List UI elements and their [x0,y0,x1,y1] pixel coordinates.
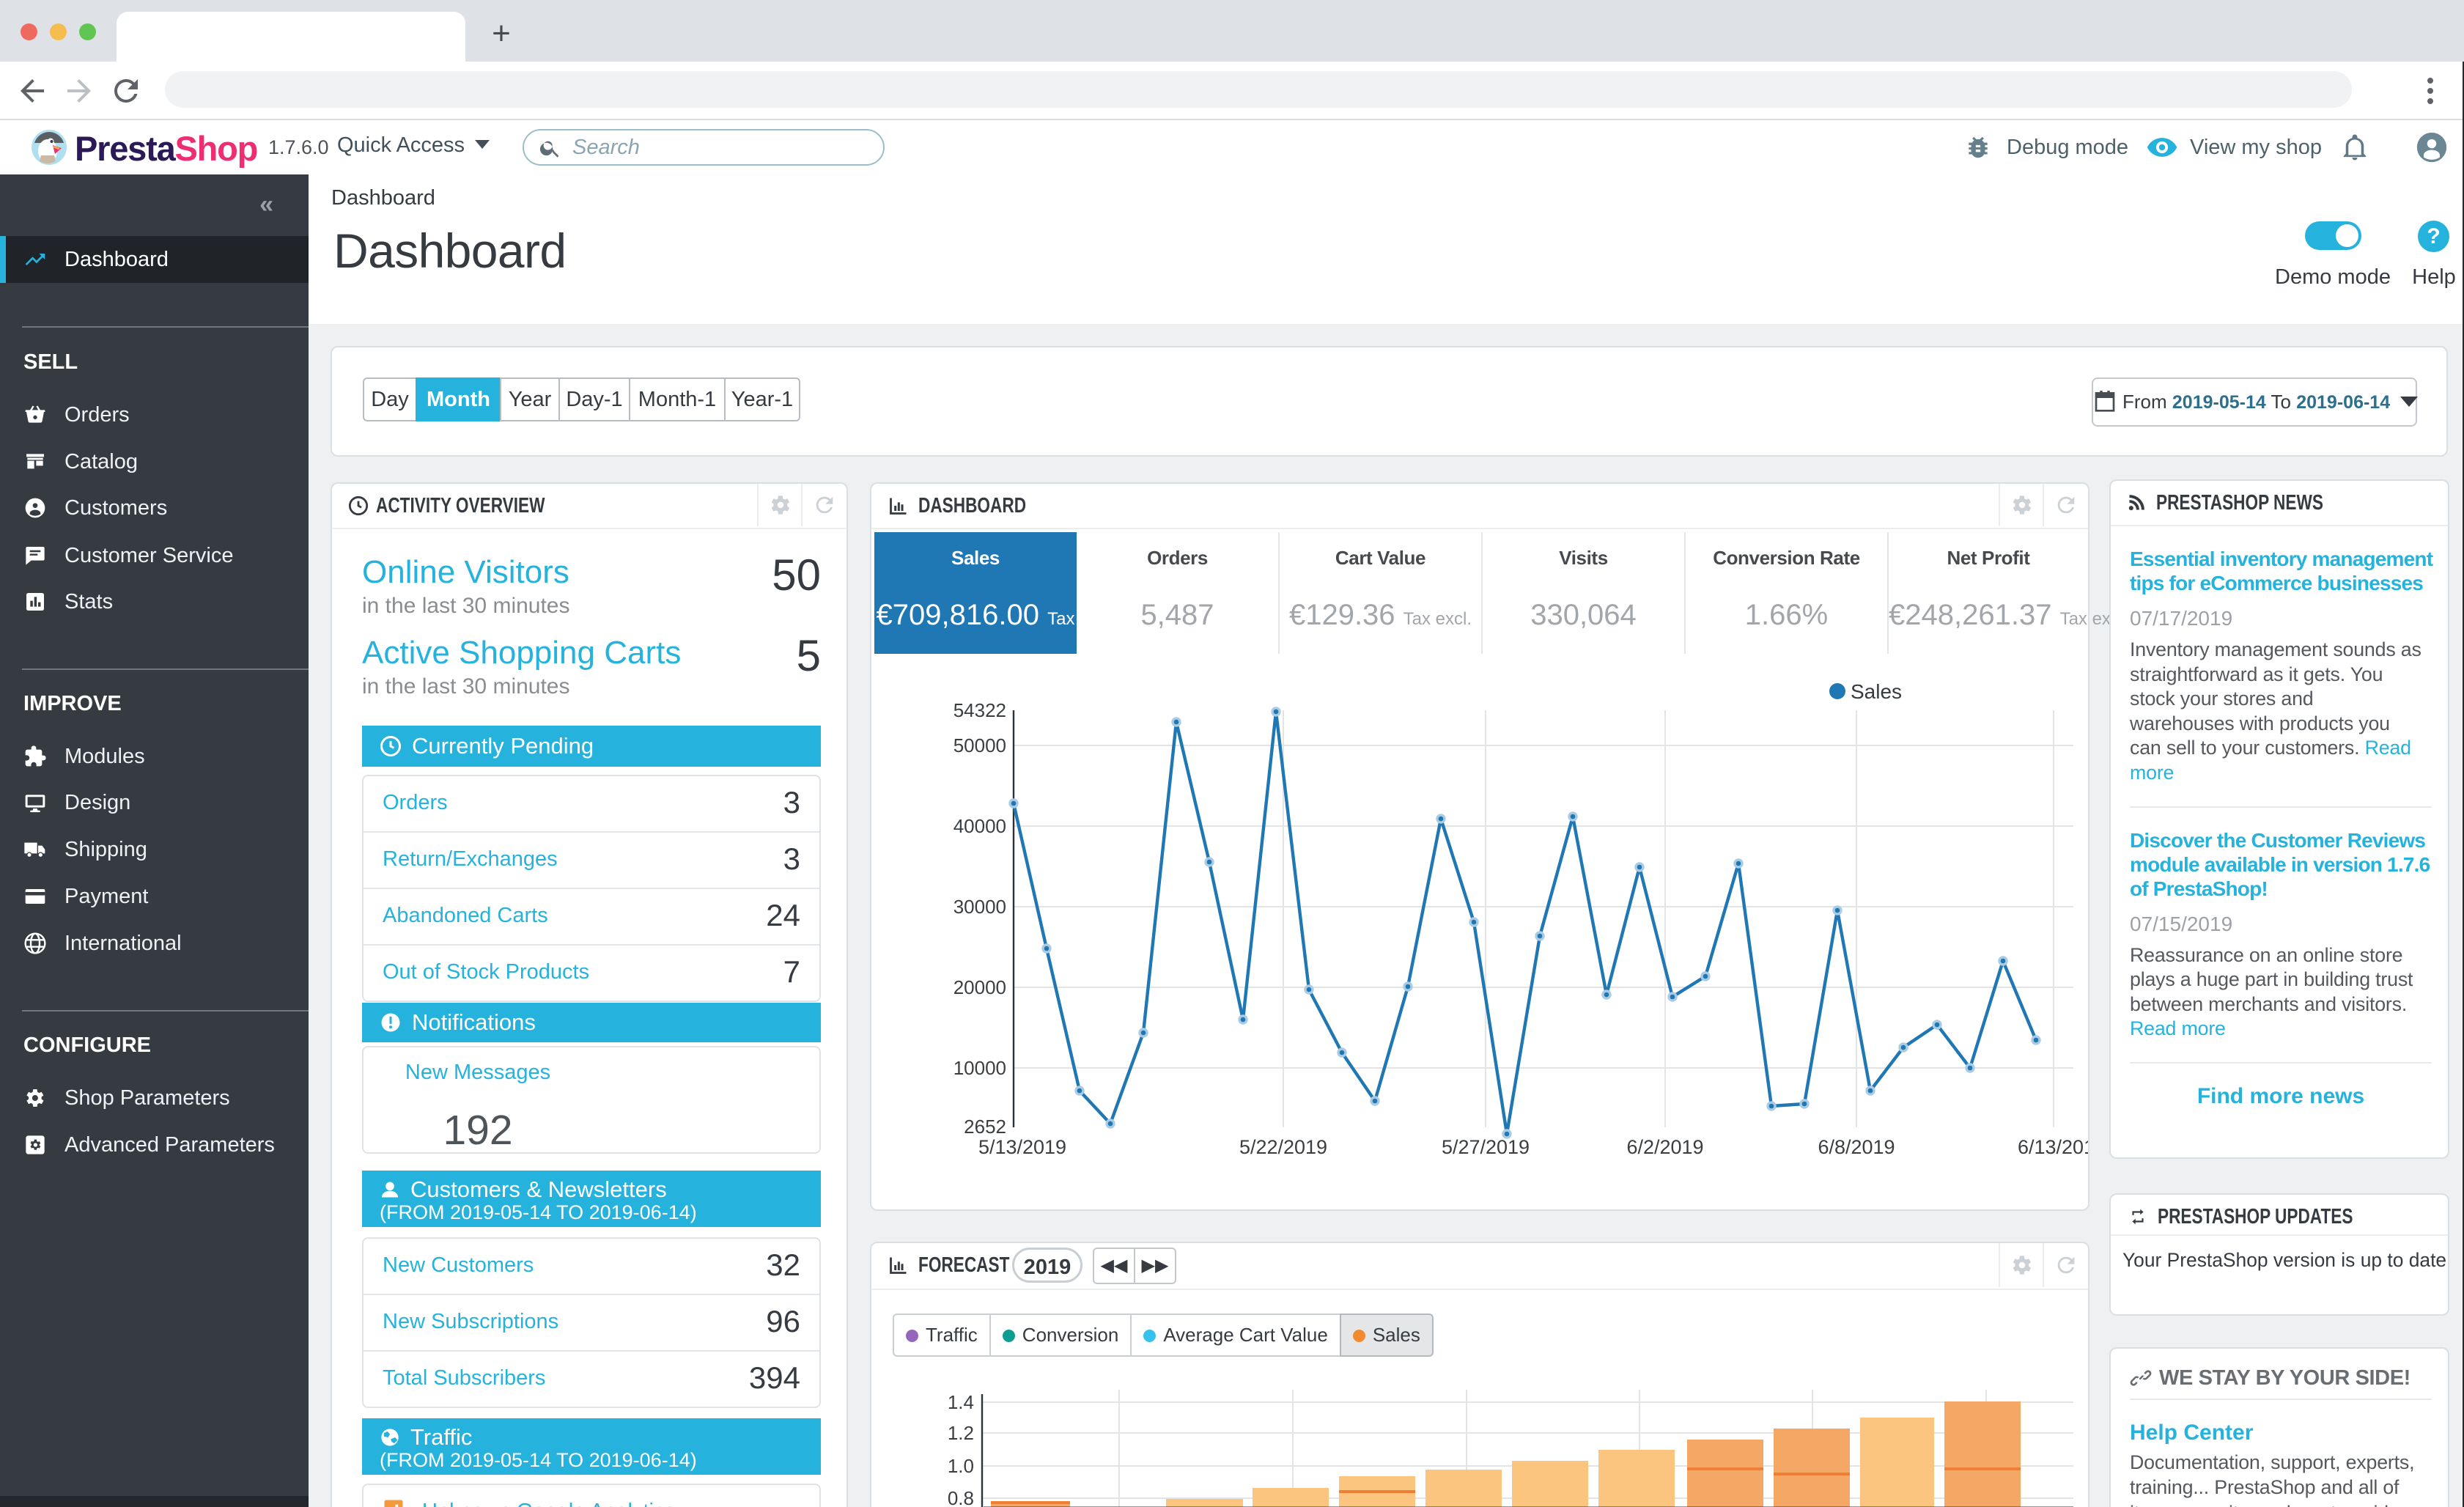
svg-text:10000: 10000 [953,1057,1006,1079]
svg-text:5/13/2019: 5/13/2019 [978,1136,1066,1158]
svg-text:Sales: Sales [1851,680,1902,703]
svg-text:1.0: 1.0 [948,1455,974,1477]
svg-text:40000: 40000 [953,815,1006,837]
svg-text:54322: 54322 [953,699,1006,721]
svg-text:30000: 30000 [953,896,1006,918]
svg-text:1.4: 1.4 [948,1391,974,1413]
svg-text:2652: 2652 [964,1116,1006,1138]
svg-text:6/8/2019: 6/8/2019 [1818,1136,1895,1158]
svg-text:6/13/2019: 6/13/2019 [2018,1136,2088,1158]
svg-text:5/27/2019: 5/27/2019 [1442,1136,1530,1158]
svg-text:5/22/2019: 5/22/2019 [1239,1136,1327,1158]
svg-text:6/2/2019: 6/2/2019 [1626,1136,1703,1158]
svg-text:50000: 50000 [953,734,1006,756]
svg-text:0.8: 0.8 [948,1487,974,1507]
svg-text:1.2: 1.2 [948,1422,974,1444]
svg-text:20000: 20000 [953,976,1006,998]
